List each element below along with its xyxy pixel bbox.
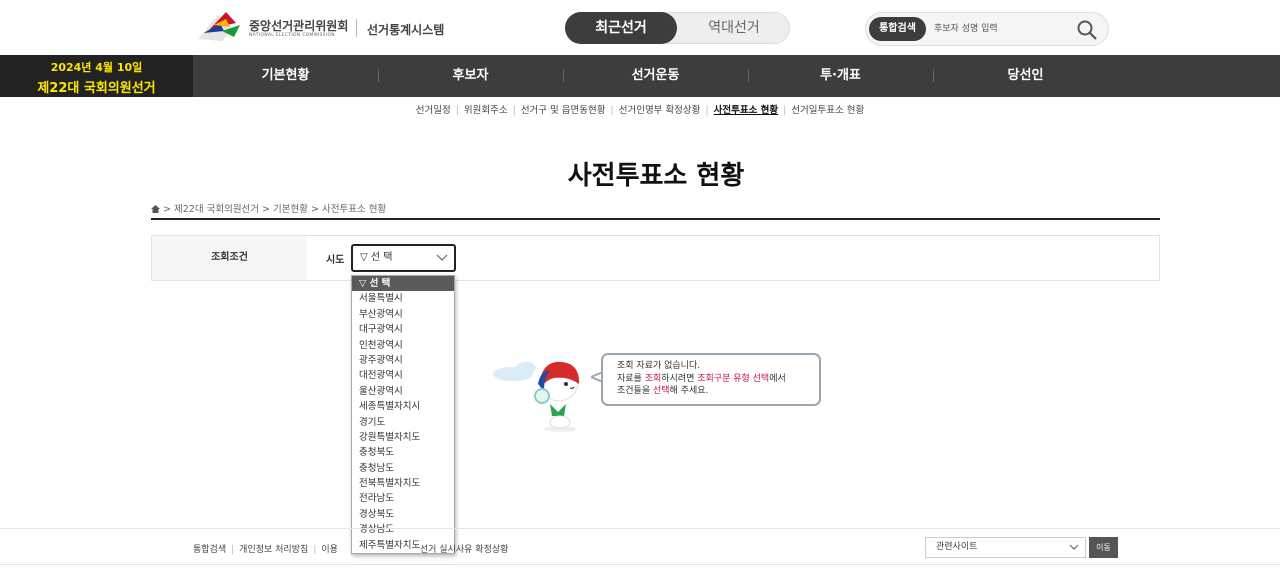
empty-message-line: 자료를 조회하시려면 조회구분 유형 선택에서 [617,373,786,384]
go-button[interactable]: 이동 [1089,537,1118,558]
election-badge[interactable]: 2024년 4월 10일 제22대 국회의원선거 [0,55,193,97]
empty-message-line: 조회 자료가 없습니다. [617,361,701,371]
footer: 통합검색 | 개인정보 처리방침 | 이용 선거 실시사유 확정상황 관련사이트 이동 [0,528,1280,565]
election-name: 제22대 국회의원선거 [37,81,156,96]
condition-label: 조회조건 [152,236,307,280]
nav-item-basic[interactable]: 기본현황 [193,55,378,97]
nav-item-campaign[interactable]: 선거운동 [563,55,748,97]
subnav-separator: | [512,105,516,116]
sido-selected-value: ▽ 선 택 [360,252,393,263]
sido-option[interactable]: 광주광역시 [352,353,454,368]
sido-option[interactable]: 경상북도 [352,507,454,522]
org-name[interactable]: 중앙선거관리위원회 [249,17,348,34]
search-input[interactable] [934,19,1074,39]
nav-item-elected[interactable]: 당선인 [933,55,1118,97]
nav-item-voting[interactable]: 투·개표 [748,55,933,97]
sido-option[interactable]: 울산광역시 [352,384,454,399]
home-icon[interactable] [151,205,160,213]
election-date: 2024년 4월 10일 [50,61,143,74]
footer-separator: | [231,545,235,555]
footer-links: 통합검색 | 개인정보 처리방침 | 이용 선거 실시사유 확정상황 [193,542,508,555]
sido-option[interactable]: 전북특별자치도 [352,476,454,491]
title-divider [151,218,1160,220]
subnav-separator: | [783,105,787,116]
sido-option[interactable]: 강원특별자치도 [352,430,454,445]
empty-message: 조회 자료가 없습니다. 자료를 조회하시려면 조회구분 유형 선택에서 조건들… [601,353,821,406]
sido-option[interactable]: 대구광역시 [352,322,454,337]
sido-option[interactable]: 전라남도 [352,491,454,506]
search-icon[interactable] [1076,19,1098,41]
sido-option[interactable]: 대전광역시 [352,368,454,383]
subnav-item-voter-list[interactable]: 선거인명부 확정상황 [619,105,701,116]
sido-option[interactable]: 세종특별자치시 [352,399,454,414]
subnav-item-committee[interactable]: 위원회주소 [464,105,508,116]
recent-election-button[interactable]: 최근선거 [565,12,677,44]
subnav-separator: | [705,105,709,116]
breadcrumb: > 제22대 국회의원선거 > 기본현황 > 사전투표소 현황 [151,201,386,215]
sido-select[interactable]: ▽ 선 택 [351,244,456,272]
subnav-item-district[interactable]: 선거구 및 읍면동현황 [521,105,606,116]
search-box: 통합검색 [865,12,1109,46]
empty-message-line: 조건들을 선택해 주세요. [617,386,709,396]
chevron-down-icon [436,254,448,261]
header: 중앙선거관리위원회 NATIONAL ELECTION COMMISSION 선… [0,0,1280,55]
search-tag: 통합검색 [869,17,926,41]
related-sites-select[interactable]: 관련사이트 [925,537,1086,558]
footer-link-search[interactable]: 통합검색 [193,545,226,555]
sido-option[interactable]: 충청남도 [352,461,454,476]
footer-link-privacy[interactable]: 개인정보 처리방침 [239,545,308,555]
sido-dropdown-list: ▽ 선 택 서울특별시 부산광역시 대구광역시 인천광역시 광주광역시 대전광역… [351,275,455,554]
past-election-button[interactable]: 역대선거 [678,12,790,44]
sido-option[interactable]: ▽ 선 택 [352,276,454,292]
chevron-down-icon [1069,544,1079,550]
sido-option[interactable]: 서울특별시 [352,291,454,306]
sido-option[interactable]: 인천광역시 [352,338,454,353]
divider [356,19,357,37]
org-subtitle: NATIONAL ELECTION COMMISSION [249,33,335,38]
election-toggle: 최근선거 역대선거 [565,12,790,44]
breadcrumb-path[interactable]: > 제22대 국회의원선거 > 기본현황 > 사전투표소 현황 [163,204,386,215]
subnav-separator: | [610,105,614,116]
footer-link-election-reason[interactable]: 선거 실시사유 확정상황 [420,545,509,555]
sido-option[interactable]: 경기도 [352,415,454,430]
related-sites-label: 관련사이트 [936,542,978,552]
footer-separator: | [313,545,317,555]
sido-option[interactable]: 충청북도 [352,445,454,460]
nav-item-candidates[interactable]: 후보자 [378,55,563,97]
subnav-item-election-day[interactable]: 선거일투표소 현황 [791,105,864,116]
footer-link-terms[interactable]: 이용 [321,545,338,555]
sub-nav: 선거일정 | 위원회주소 | 선거구 및 읍면동현황 | 선거인명부 확정상황 | 사전투표소 … [0,102,1280,116]
mascot-illustration [493,361,580,432]
subnav-item-schedule[interactable]: 선거일정 [416,105,451,116]
subnav-separator: | [455,105,459,116]
nec-logo-icon[interactable] [196,9,242,43]
sido-option[interactable]: 부산광역시 [352,307,454,322]
subnav-item-early-voting[interactable]: 사전투표소 현황 [714,105,779,116]
page-title: 사전투표소 현황 [567,161,745,191]
main-nav: 2024년 4월 10일 제22대 국회의원선거 기본현황 후보자 선거운동 투… [0,55,1280,97]
sido-label: 시도 [326,255,345,266]
system-title: 선거통계시스템 [367,23,445,37]
search-condition: 조회조건 시도 ▽ 선 택 [151,235,1160,281]
